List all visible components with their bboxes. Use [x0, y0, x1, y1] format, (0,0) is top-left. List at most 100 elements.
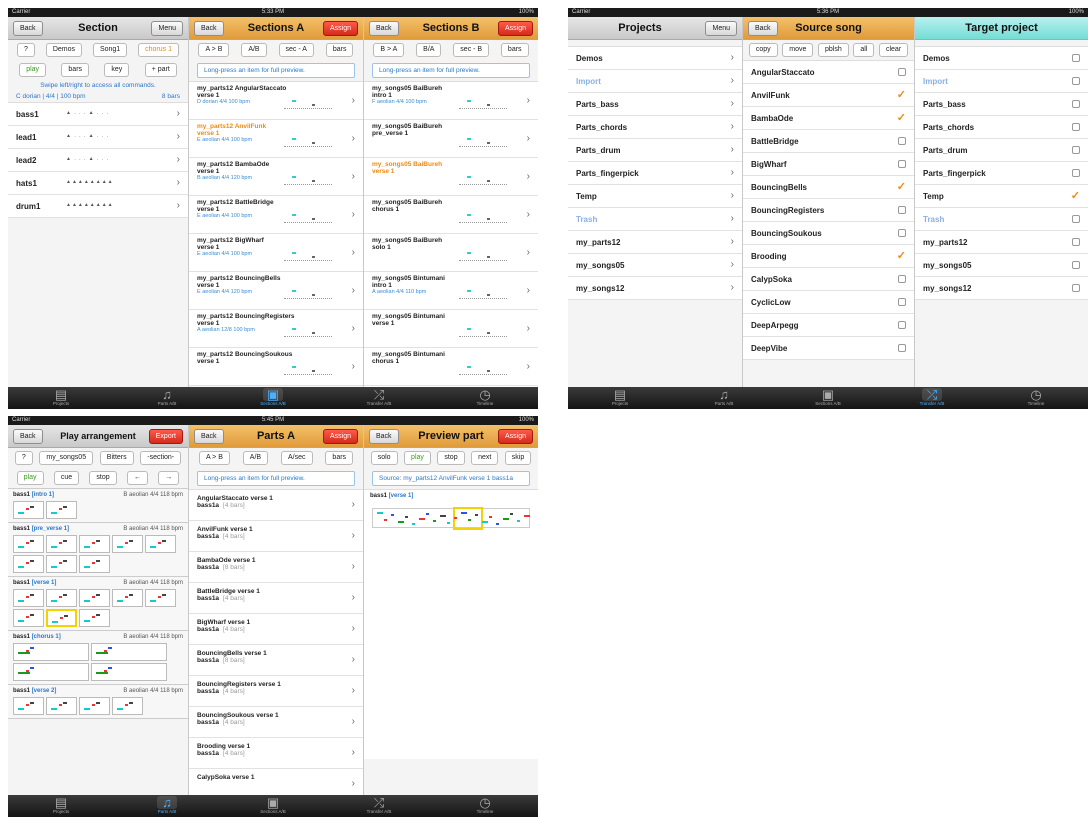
list-item[interactable]: Brooding ✓: [743, 245, 914, 268]
list-item[interactable]: my_songs05 BaiBureh solo 1 ›: [364, 234, 538, 272]
list-item[interactable]: Demos ›: [568, 47, 742, 70]
bar-cell[interactable]: [46, 609, 77, 627]
tab-parts-a-b[interactable]: ♫ Parts A/B: [114, 795, 220, 817]
breadcrumb-project[interactable]: my_songs05: [39, 451, 94, 465]
tab-transfer-a-b[interactable]: ⤮ Transfer A/B: [326, 795, 432, 817]
list-item[interactable]: AngularStaccato verse 1 bass1a [4 bars] ›: [189, 490, 363, 521]
list-item[interactable]: my_parts12 BambaOde verse 1B aeolian 4/4 …: [189, 158, 363, 196]
checkbox[interactable]: [1072, 100, 1080, 108]
checkbox[interactable]: [898, 344, 906, 352]
back-button[interactable]: Back: [369, 21, 399, 36]
tab-sections-a-b[interactable]: ▣ Sections A/B: [220, 387, 326, 409]
checkbox[interactable]: [1072, 284, 1080, 292]
menu-button[interactable]: Menu: [151, 21, 183, 36]
list-item[interactable]: Demos: [915, 47, 1088, 70]
list-item[interactable]: my_songs05 BaiBureh verse 1 ›: [364, 158, 538, 196]
list-item[interactable]: BouncingBells ✓: [743, 176, 914, 199]
tab-timeline[interactable]: ◷ Timeline: [432, 795, 538, 817]
checkbox[interactable]: [1072, 215, 1080, 223]
bar-cell[interactable]: [112, 535, 143, 553]
bar-cell[interactable]: [79, 589, 110, 607]
list-item[interactable]: AnvilFunk verse 1 bass1a [4 bars] ›: [189, 521, 363, 552]
list-item[interactable]: hats1 ▲▲▲▲▲▲▲▲ ›: [8, 172, 188, 195]
bar-cell[interactable]: [145, 589, 176, 607]
checkbox[interactable]: [898, 206, 906, 214]
section-a-button[interactable]: sec - A: [278, 43, 314, 57]
copy-a-to-b-button[interactable]: A > B: [198, 43, 230, 57]
swap-b-a-button[interactable]: B/A: [416, 43, 442, 57]
bar-cell[interactable]: [112, 697, 143, 715]
checkmark-icon[interactable]: ✓: [897, 249, 906, 262]
back-button[interactable]: Back: [13, 429, 43, 444]
list-item[interactable]: my_songs05 BaiBureh intro 1F aeolian 4/4 …: [364, 82, 538, 120]
checkbox[interactable]: [1072, 54, 1080, 62]
list-item[interactable]: Brooding verse 1 bass1a [4 bars] ›: [189, 738, 363, 769]
bar-cell[interactable]: [91, 663, 167, 681]
checkbox[interactable]: [898, 298, 906, 306]
assign-button[interactable]: Assign: [322, 429, 358, 444]
bar-cell[interactable]: [91, 643, 167, 661]
list-item[interactable]: my_parts12 ›: [568, 231, 742, 254]
checkbox[interactable]: [898, 137, 906, 145]
bar-cell[interactable]: [112, 589, 143, 607]
list-item[interactable]: BouncingSoukous: [743, 222, 914, 245]
list-item[interactable]: BigWharf verse 1 bass1a [4 bars] ›: [189, 614, 363, 645]
list-item[interactable]: my_songs12 ›: [568, 277, 742, 300]
list-item[interactable]: Trash: [915, 208, 1088, 231]
list-item[interactable]: BigWharf: [743, 153, 914, 176]
list-item[interactable]: AngularStaccato: [743, 61, 914, 84]
breadcrumb-project[interactable]: Demos: [45, 43, 82, 57]
select-all-button[interactable]: all: [853, 43, 875, 57]
back-button[interactable]: Back: [194, 21, 224, 36]
list-item[interactable]: my_parts12 BattleBridge verse 1E aeolian …: [189, 196, 363, 234]
assign-button[interactable]: Assign: [497, 429, 533, 444]
tab-transfer-a-b[interactable]: ⤮ Transfer A/B: [326, 387, 432, 409]
skip-button[interactable]: skip: [504, 451, 532, 465]
assign-button[interactable]: Assign: [497, 21, 533, 36]
list-item[interactable]: Parts_fingerpick ›: [568, 162, 742, 185]
list-item[interactable]: CalypSoka: [743, 268, 914, 291]
checkbox[interactable]: [1072, 77, 1080, 85]
arrangement-block[interactable]: bass1 [intro 1] B aeolian 4/4 118 bpm: [8, 489, 188, 523]
list-item[interactable]: my_parts12 BouncingBells verse 1E aeolian…: [189, 272, 363, 310]
bars-button[interactable]: bars: [325, 43, 354, 57]
tab-parts-a-b[interactable]: ♫ Parts A/B: [672, 387, 776, 409]
copy-button[interactable]: copy: [748, 43, 778, 57]
add-part-button[interactable]: + part: [144, 63, 177, 77]
breadcrumb-section[interactable]: -section-: [140, 451, 182, 465]
checkbox[interactable]: [1072, 261, 1080, 269]
bar-cell[interactable]: [145, 535, 176, 553]
list-item[interactable]: lead2 ▲ . . . ▲ . . . ›: [8, 149, 188, 172]
tab-projects[interactable]: ▤ Projects: [8, 387, 114, 409]
list-item[interactable]: my_parts12 AnvilFunk verse 1E aeolian 4/4…: [189, 120, 363, 158]
checkbox[interactable]: [1072, 146, 1080, 154]
list-item[interactable]: my_parts12 BigWharf verse 1E aeolian 4/4 …: [189, 234, 363, 272]
checkbox[interactable]: [898, 321, 906, 329]
list-item[interactable]: Trash ›: [568, 208, 742, 231]
copy-b-to-a-button[interactable]: B > A: [373, 43, 405, 57]
checkbox[interactable]: [1072, 238, 1080, 246]
breadcrumb-song[interactable]: Song1: [92, 43, 128, 57]
solo-button[interactable]: solo: [370, 451, 398, 465]
checkbox[interactable]: [1072, 169, 1080, 177]
bars-button[interactable]: bars: [61, 63, 90, 77]
list-item[interactable]: my_songs05 ›: [568, 254, 742, 277]
bar-cell[interactable]: [79, 697, 110, 715]
list-item[interactable]: my_songs05 Bintumani chorus 1 ›: [364, 348, 538, 386]
list-item[interactable]: BouncingRegisters verse 1 bass1a [4 bars] ›: [189, 676, 363, 707]
list-item[interactable]: Parts_bass: [915, 93, 1088, 116]
bar-cell[interactable]: [13, 555, 44, 573]
bar-cell[interactable]: [13, 501, 44, 519]
bar-cell[interactable]: [13, 643, 89, 661]
checkbox[interactable]: [898, 68, 906, 76]
list-item[interactable]: my_songs05 Bintumani intro 1A aeolian 4/4…: [364, 272, 538, 310]
bar-cell[interactable]: [46, 501, 77, 519]
play-button[interactable]: play: [19, 63, 47, 77]
checkmark-icon[interactable]: ✓: [897, 111, 906, 124]
clear-button[interactable]: clear: [878, 43, 909, 57]
list-item[interactable]: Import ›: [568, 70, 742, 93]
previous-button[interactable]: ←: [126, 471, 148, 485]
tab-parts-a-b[interactable]: ♫ Parts A/B: [114, 387, 220, 409]
tab-projects[interactable]: ▤ Projects: [8, 795, 114, 817]
next-button[interactable]: next: [471, 451, 499, 465]
